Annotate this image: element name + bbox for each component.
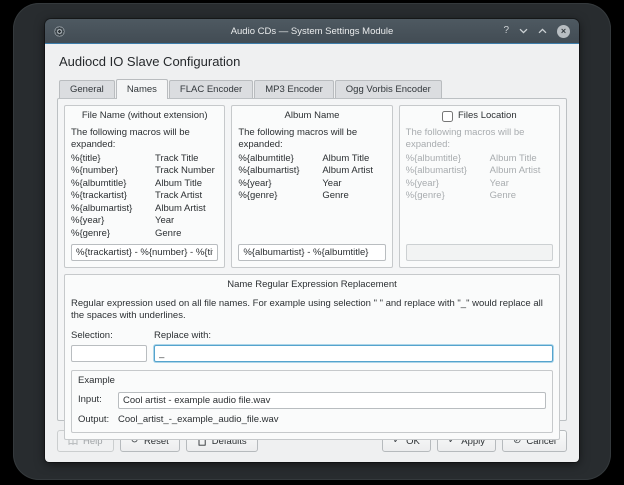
files-location-group-title: Files Location <box>458 110 517 123</box>
tab-bar: General Names FLAC Encoder MP3 Encoder O… <box>59 80 567 98</box>
file-name-pattern-input[interactable] <box>71 244 218 261</box>
example-input-label: Input: <box>78 394 118 407</box>
chevron-up-icon <box>538 28 547 34</box>
macro-row: %{year}Year <box>71 215 218 228</box>
macro-row: %{genre}Genre <box>406 190 553 203</box>
macro-row: %{albumartist}Album Artist <box>238 165 385 178</box>
example-output-value: Cool_artist_-_example_audio_file.wav <box>118 414 279 427</box>
regex-group-title: Name Regular Expression Replacement <box>71 279 553 292</box>
titlebar[interactable]: Audio CDs — System Settings Module ? × <box>45 19 579 44</box>
window-help-button[interactable]: ? <box>503 26 509 36</box>
window-body: Audiocd IO Slave Configuration General N… <box>45 44 579 462</box>
page-title: Audiocd IO Slave Configuration <box>59 54 567 69</box>
files-location-groupbox: Files Location The following macros will… <box>399 105 560 268</box>
file-name-group-title: File Name (without extension) <box>71 110 218 123</box>
minimize-button[interactable] <box>519 28 528 34</box>
macro-row: %{albumartist}Album Artist <box>71 203 218 216</box>
macro-row: %{trackartist}Track Artist <box>71 190 218 203</box>
close-button[interactable]: × <box>557 25 570 38</box>
file-name-groupbox: File Name (without extension) The follow… <box>64 105 225 268</box>
macro-row: %{albumtitle}Album Title <box>406 153 553 166</box>
replace-with-label: Replace with: <box>154 330 553 343</box>
album-name-group-title: Album Name <box>238 110 385 123</box>
names-tab-pane: File Name (without extension) The follow… <box>57 98 567 421</box>
audio-cd-icon <box>54 26 65 37</box>
example-input-field[interactable] <box>118 392 546 409</box>
file-name-intro: The following macros will be expanded: <box>71 127 218 152</box>
macro-row: %{albumtitle}Album Title <box>71 178 218 191</box>
files-location-intro: The following macros will be expanded: <box>406 127 553 152</box>
tab-general[interactable]: General <box>59 80 115 98</box>
replace-with-input[interactable] <box>154 345 553 362</box>
files-location-pattern-input <box>406 244 553 261</box>
chevron-down-icon <box>519 28 528 34</box>
tab-flac-encoder[interactable]: FLAC Encoder <box>169 80 253 98</box>
album-name-pattern-input[interactable] <box>238 244 385 261</box>
macro-row: %{year}Year <box>238 178 385 191</box>
macro-row: %{albumtitle}Album Title <box>238 153 385 166</box>
macro-row: %{number}Track Number <box>71 165 218 178</box>
close-icon: × <box>561 26 566 36</box>
example-output-label: Output: <box>78 414 118 427</box>
tab-mp3-encoder[interactable]: MP3 Encoder <box>254 80 334 98</box>
audiocd-settings-window: Audio CDs — System Settings Module ? × A… <box>45 19 579 462</box>
selection-label: Selection: <box>71 330 147 343</box>
album-name-intro: The following macros will be expanded: <box>238 127 385 152</box>
macro-row: %{albumartist}Album Artist <box>406 165 553 178</box>
album-name-groupbox: Album Name The following macros will be … <box>231 105 392 268</box>
files-location-checkbox[interactable] <box>442 111 453 122</box>
window-title: Audio CDs — System Settings Module <box>45 19 579 43</box>
example-title: Example <box>78 375 546 388</box>
example-frame: Example Input: Output: Cool_artist_-_exa… <box>71 370 553 433</box>
selection-input[interactable] <box>71 345 147 362</box>
macro-row: %{title}Track Title <box>71 153 218 166</box>
macro-row: %{genre}Genre <box>71 228 218 241</box>
regex-description: Regular expression used on all file name… <box>71 298 553 323</box>
tab-names[interactable]: Names <box>116 79 168 99</box>
macro-row: %{year}Year <box>406 178 553 191</box>
maximize-button[interactable] <box>538 28 547 34</box>
regex-replacement-groupbox: Name Regular Expression Replacement Regu… <box>64 274 560 440</box>
macro-row: %{genre}Genre <box>238 190 385 203</box>
tab-ogg-vorbis-encoder[interactable]: Ogg Vorbis Encoder <box>335 80 442 98</box>
